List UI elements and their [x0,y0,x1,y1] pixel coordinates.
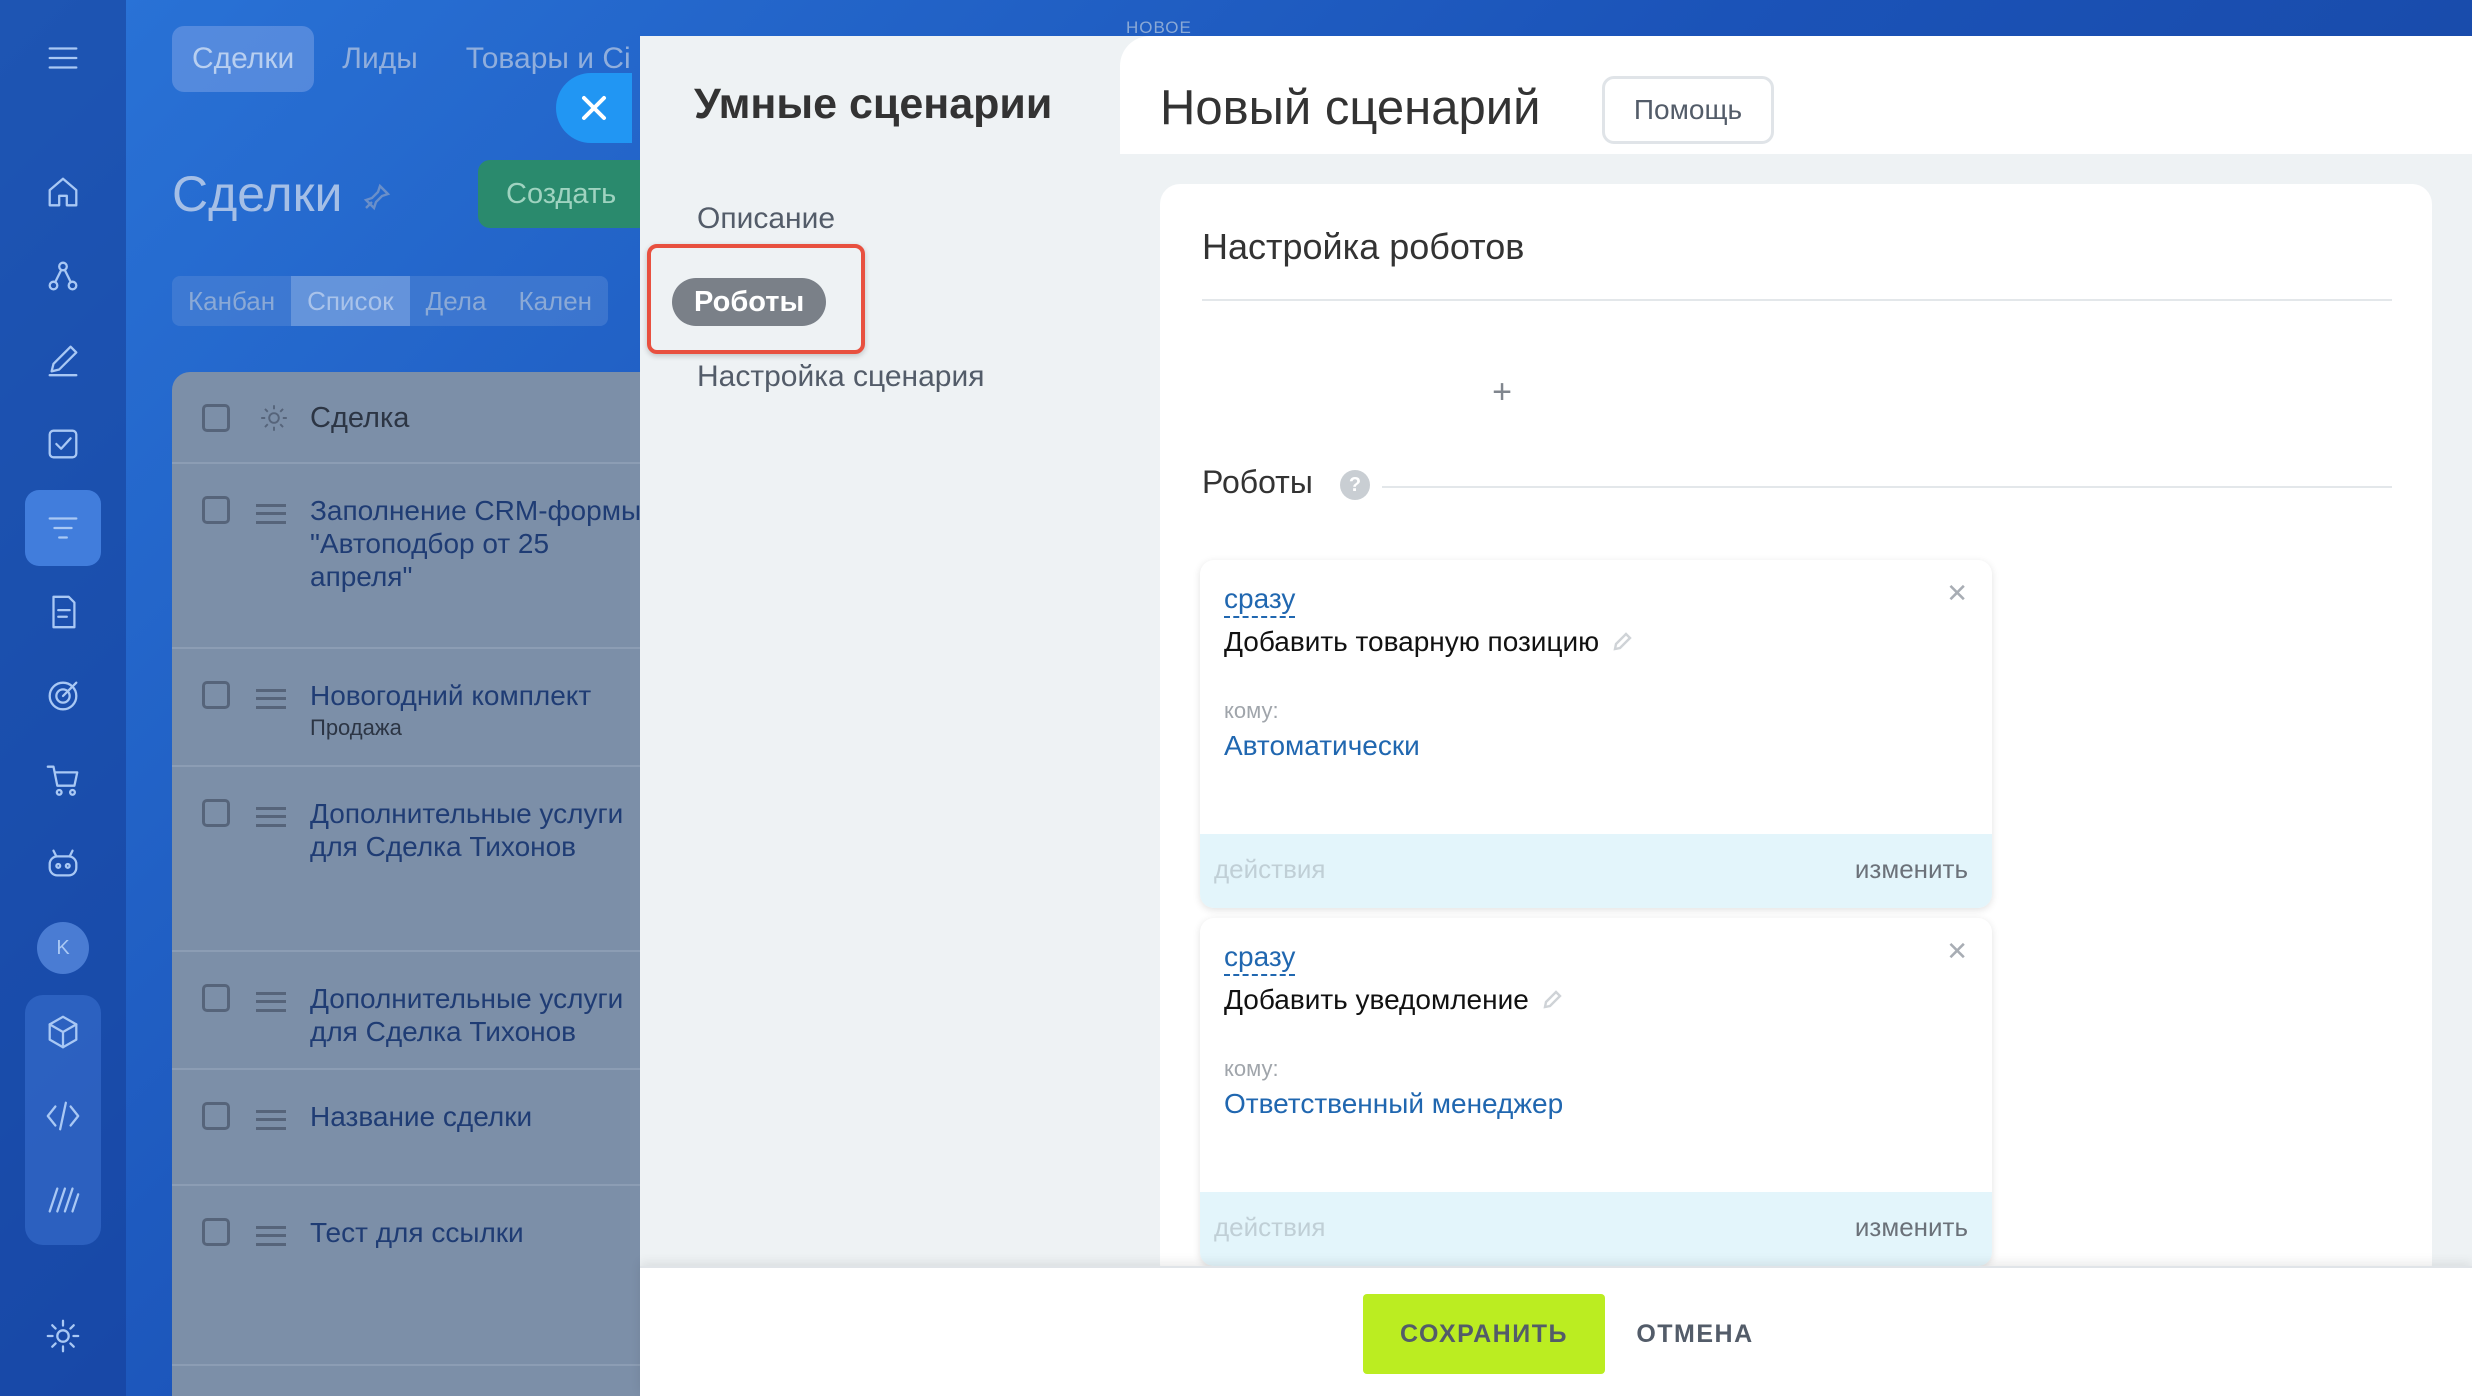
robot-name-text: Добавить уведомление [1224,984,1529,1015]
sign-icon[interactable] [33,330,93,390]
robot-to-value[interactable]: Автоматически [1224,730,1420,762]
crm-funnel-icon[interactable] [25,490,101,566]
view-tabs: Канбан Список Дела Кален [172,276,609,326]
box-icon[interactable] [33,1002,93,1062]
left-rail: K [0,0,126,1396]
robot-name: Добавить уведомление [1224,984,1563,1018]
nav-description[interactable]: Описание [697,202,835,236]
row-checkbox[interactable] [202,984,230,1012]
main-header: Новый сценарий Помощь [1120,36,2472,154]
target-icon[interactable] [33,666,93,726]
section-title: Настройка роботов [1202,226,1525,267]
row-checkbox[interactable] [202,681,230,709]
tab-deals[interactable]: Сделки [172,26,315,92]
divider [1202,299,2392,301]
marketplace-icon[interactable] [33,1170,93,1230]
row-subtitle: Продажа [310,715,402,740]
close-slider-button[interactable] [556,73,632,143]
robot-delete-icon[interactable]: ✕ [1946,578,1968,609]
add-trigger-button[interactable]: + [1484,374,1520,410]
page-title: Сделки [172,166,343,222]
slider-footer: СОХРАНИТЬ ОТМЕНА [640,1266,2472,1396]
home-icon[interactable] [33,162,93,222]
robot-name-text: Добавить товарную позицию [1224,626,1600,657]
slider-side-nav: Умные сценарии Описание Роботы Настройка… [640,36,1120,1266]
robots-label: Роботы [1202,464,1313,500]
robot-actions-label: действия [1214,1212,1326,1242]
divider [1382,486,2392,488]
nav-scenario-settings[interactable]: Настройка сценария [697,360,985,394]
smart-scenarios-slider: Умные сценарии Описание Роботы Настройка… [640,36,2472,1396]
robot-delay-link[interactable]: сразу [1224,940,1296,976]
tab-kanban[interactable]: Канбан [172,276,291,326]
documents-icon[interactable] [33,582,93,642]
row-checkbox[interactable] [202,1218,230,1246]
drag-handle-icon[interactable] [256,504,286,524]
robot-to-value[interactable]: Ответственный менеджер [1224,1088,1563,1120]
grid-settings-icon[interactable] [258,402,290,434]
tab-activities[interactable]: Дела [410,276,503,326]
save-button[interactable]: СОХРАНИТЬ [1363,1294,1605,1374]
select-all-checkbox[interactable] [202,404,230,432]
tab-leads[interactable]: Лиды [322,26,438,92]
tab-calendar[interactable]: Кален [502,276,608,326]
drag-handle-icon[interactable] [256,992,286,1012]
tab-list[interactable]: Список [291,276,410,326]
tasks-icon[interactable] [33,414,93,474]
robot-delay-link[interactable]: сразу [1224,582,1296,618]
robot-to-label: кому: [1224,698,1279,723]
cart-icon[interactable] [33,750,93,810]
pencil-icon[interactable] [1541,986,1563,1018]
help-button[interactable]: Помощь [1602,76,1774,144]
drag-handle-icon[interactable] [256,1110,286,1130]
robot-delete-icon[interactable]: ✕ [1946,936,1968,967]
robot-footer: действия изменить [1200,834,1992,908]
robot-edit-link[interactable]: изменить [1855,854,1968,885]
avatar[interactable]: K [37,922,89,974]
row-checkbox[interactable] [202,799,230,827]
pencil-icon[interactable] [1611,628,1633,660]
close-icon [582,96,606,120]
robot-edit-link[interactable]: изменить [1855,1212,1968,1243]
robot-to-label: кому: [1224,1056,1279,1081]
slider-title: Умные сценарии [694,80,1053,128]
robots-settings-card: Настройка роботов + Роботы ? сразу ✕ Доб… [1160,184,2432,1284]
cancel-button[interactable]: ОТМЕНА [1630,1294,1760,1374]
code-icon[interactable] [33,1086,93,1146]
drag-handle-icon[interactable] [256,807,286,827]
new-badge: НОВОЕ [1126,18,1192,37]
flow-icon[interactable] [33,246,93,306]
robot-name: Добавить товарную позицию [1224,626,1633,660]
robot-footer: действия изменить [1200,1192,1992,1266]
slider-main-pane: Новый сценарий Помощь Настройка роботов … [1120,36,2472,1284]
column-header-deal[interactable]: Сделка [310,402,409,435]
row-checkbox[interactable] [202,496,230,524]
robot-card[interactable]: сразу ✕ Добавить уведомление кому: Ответ… [1200,918,1992,1266]
menu-icon[interactable] [33,28,93,88]
nav-robots[interactable]: Роботы [672,278,827,326]
drag-handle-icon[interactable] [256,1226,286,1246]
robot-icon[interactable] [33,834,93,894]
pin-icon[interactable] [362,182,392,212]
row-checkbox[interactable] [202,1102,230,1130]
help-icon[interactable]: ? [1340,470,1370,500]
gear-icon[interactable] [33,1306,93,1366]
drag-handle-icon[interactable] [256,689,286,709]
robot-card[interactable]: сразу ✕ Добавить товарную позицию кому: … [1200,560,1992,908]
scenario-title: Новый сценарий [1160,81,1541,135]
robot-actions-label: действия [1214,854,1326,884]
